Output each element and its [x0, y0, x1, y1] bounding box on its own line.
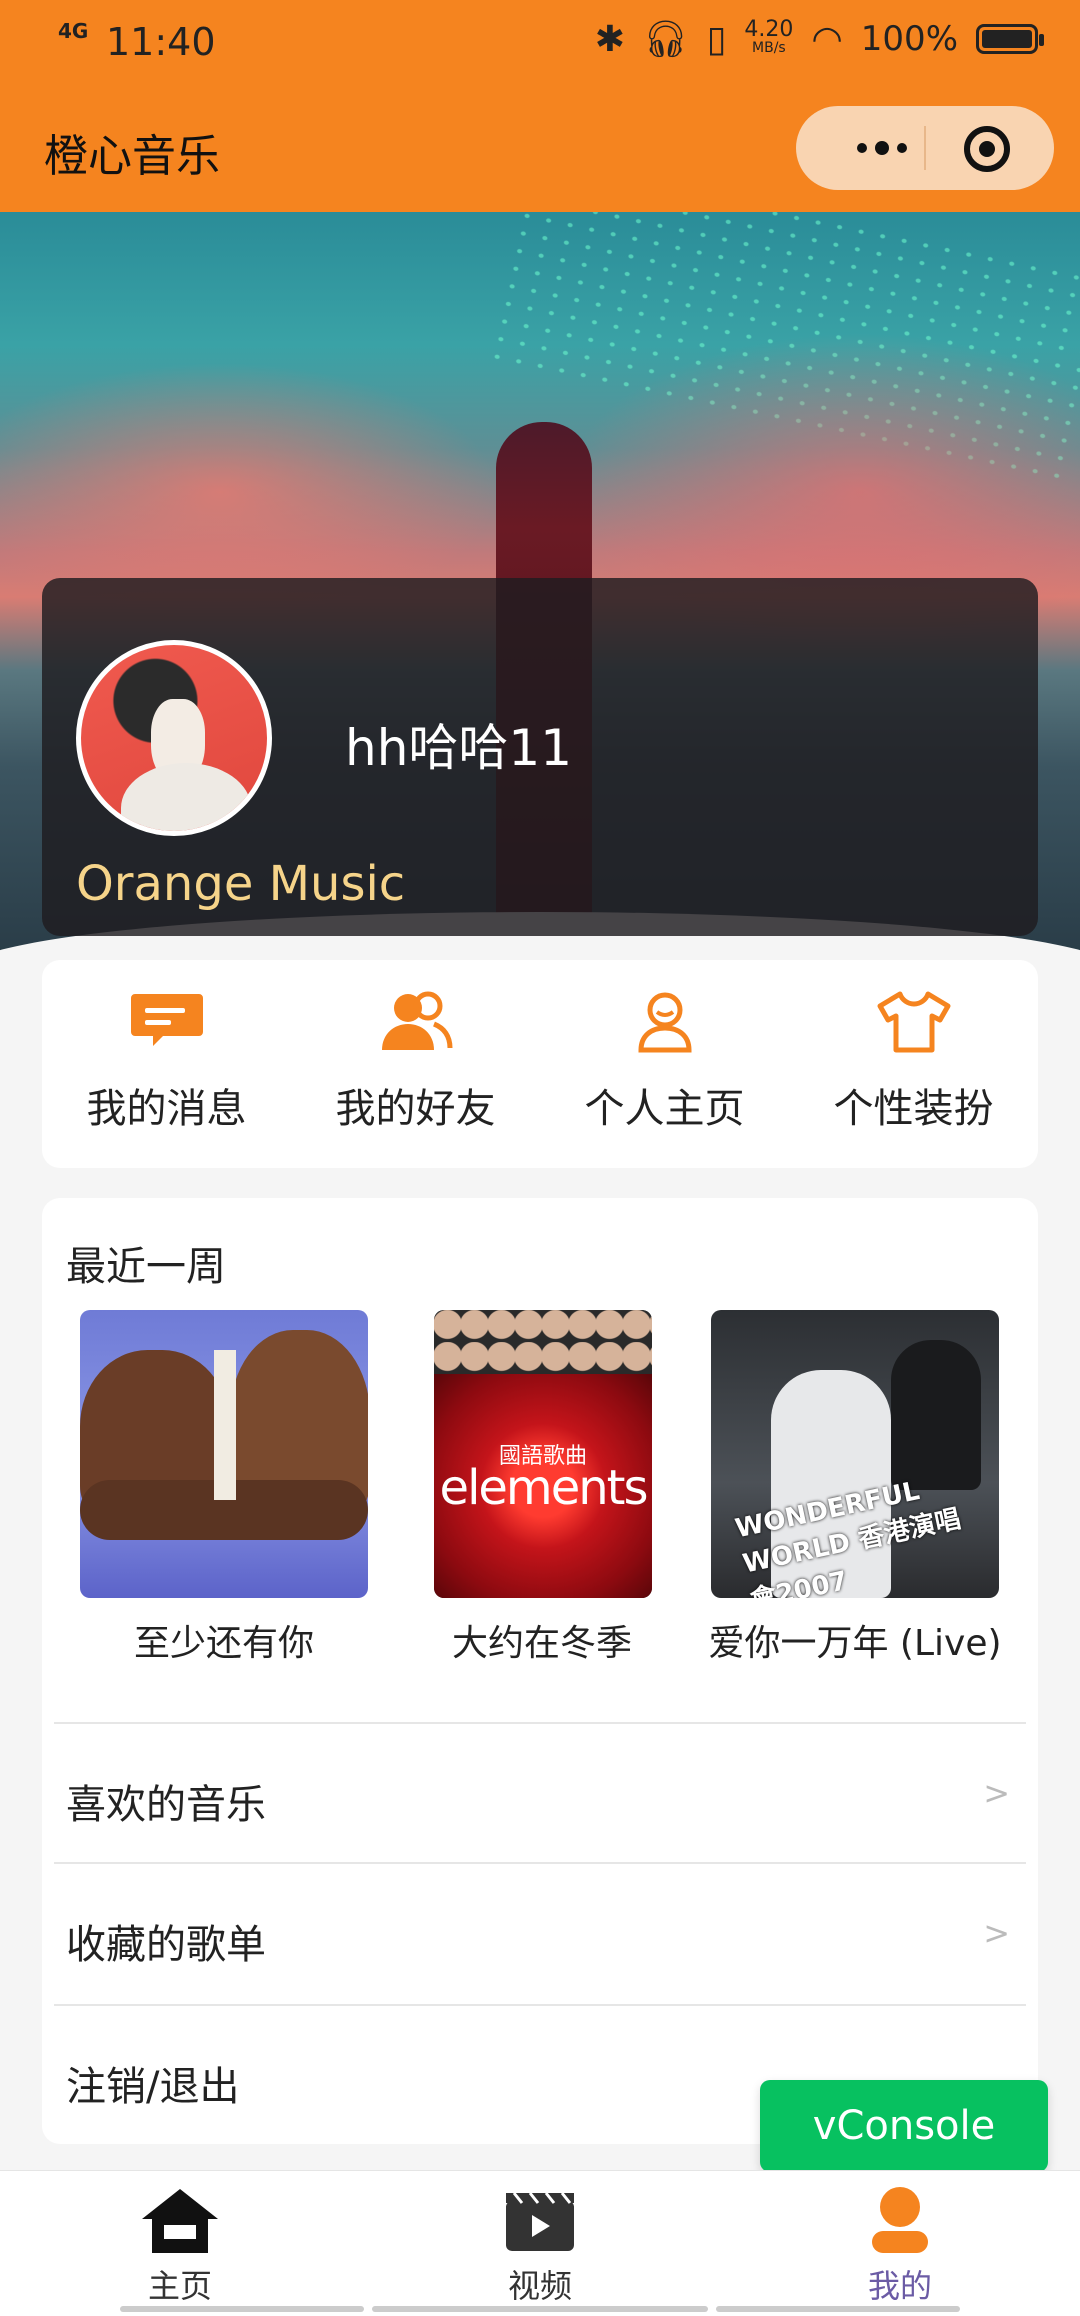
battery-icon	[976, 24, 1044, 54]
tab-indicator	[372, 2306, 708, 2312]
capsule-divider	[924, 126, 926, 170]
status-time: 11:40	[106, 20, 216, 64]
album-cover	[80, 1310, 368, 1598]
tab-label: 视频	[507, 2267, 572, 2305]
cover-face-grid	[434, 1310, 652, 1374]
me-icon	[872, 2187, 928, 2253]
network-indicator: 4G	[58, 19, 89, 43]
section-title: 最近一周	[66, 1244, 226, 1290]
tab-indicator	[120, 2306, 364, 2312]
vconsole-button[interactable]: vConsole	[760, 2080, 1048, 2172]
status-bar: 4G 11:40 ✱ 🎧︎ ▯ 4.20 MB/s ◠ 100%	[0, 0, 1080, 84]
album-name: 至少还有你	[133, 1623, 314, 1664]
quick-actions: 我的消息 我的好友 个人主页 个性装扮	[42, 960, 1038, 1168]
battery-percent: 100%	[860, 19, 958, 59]
tab-me[interactable]: 我的	[720, 2171, 1080, 2316]
quick-action-label: 我的消息	[86, 1086, 247, 1132]
message-icon	[130, 994, 203, 1046]
miniprogram-capsule	[796, 106, 1054, 190]
home-icon	[142, 2189, 218, 2253]
tab-home[interactable]: 主页	[0, 2171, 360, 2316]
video-icon	[506, 2192, 574, 2251]
network-speed: 4.20 MB/s	[744, 17, 794, 57]
close-miniprogram-button[interactable]	[964, 126, 1010, 172]
album-cover: WONDERFUL WORLD 香港演唱會2007	[711, 1310, 999, 1598]
menu-row-label: 注销/退出	[66, 2064, 240, 2110]
profile-icon	[637, 992, 692, 1053]
quick-action-label: 我的好友	[335, 1086, 496, 1132]
recent-week-card: 最近一周 至少还有你 國語歌曲 elements 大约在冬季 WONDERFUL…	[42, 1198, 1038, 2144]
tab-video[interactable]: 视频	[360, 2171, 720, 2316]
more-options-button[interactable]	[836, 128, 928, 168]
chevron-right-icon: >	[983, 1774, 1010, 1812]
wifi-icon: ◠	[811, 18, 843, 60]
album-item[interactable]: 至少还有你	[80, 1310, 368, 1664]
avatar-body	[121, 763, 251, 831]
album-item[interactable]: 國語歌曲 elements 大约在冬季	[432, 1310, 720, 1664]
cover-text: elements	[439, 1460, 649, 1516]
quick-action-label: 个性装扮	[833, 1086, 994, 1132]
album-name: 大约在冬季	[451, 1623, 632, 1664]
menu-row-label: 喜欢的音乐	[66, 1782, 266, 1828]
album-item[interactable]: WONDERFUL WORLD 香港演唱會2007 爱你一万年 (Live)	[708, 1310, 1002, 1664]
bluetooth-icon: ✱	[594, 18, 625, 60]
tshirt-icon	[877, 991, 950, 1053]
chevron-right-icon: >	[983, 1914, 1010, 1952]
tab-indicator	[716, 2306, 960, 2312]
speed-value: 4.20	[744, 17, 794, 42]
cover-title-strip	[214, 1350, 236, 1500]
album-name: 爱你一万年 (Live)	[708, 1623, 1002, 1664]
quick-action-friends[interactable]: 我的好友	[291, 960, 540, 1168]
username: hh哈哈11	[345, 719, 573, 777]
menu-row-saved-playlists[interactable]: 收藏的歌单 >	[42, 1864, 1038, 2004]
tab-label: 我的	[867, 2267, 932, 2305]
top-bar: 4G 11:40 ✱ 🎧︎ ▯ 4.20 MB/s ◠ 100% 橙心音乐	[0, 0, 1080, 212]
menu-row-label: 收藏的歌单	[66, 1922, 266, 1968]
brand-text: Orange Music	[76, 856, 406, 912]
friends-icon	[381, 991, 452, 1050]
tab-label: 主页	[147, 2267, 212, 2305]
headphones-icon: 🎧︎	[642, 19, 689, 60]
quick-action-homepage[interactable]: 个人主页	[540, 960, 789, 1168]
avatar[interactable]	[76, 640, 272, 836]
quick-action-label: 个人主页	[584, 1086, 745, 1132]
cover-person	[891, 1340, 981, 1490]
quick-action-dressup[interactable]: 个性装扮	[789, 960, 1038, 1168]
quick-action-messages[interactable]: 我的消息	[42, 960, 291, 1168]
page-title: 橙心音乐	[44, 131, 220, 182]
tab-bar: 主页 视频 我的	[0, 2170, 1080, 2316]
vibrate-icon: ▯	[706, 18, 727, 60]
album-cover: 國語歌曲 elements	[434, 1310, 652, 1598]
menu-row-liked-music[interactable]: 喜欢的音乐 >	[42, 1724, 1038, 1864]
